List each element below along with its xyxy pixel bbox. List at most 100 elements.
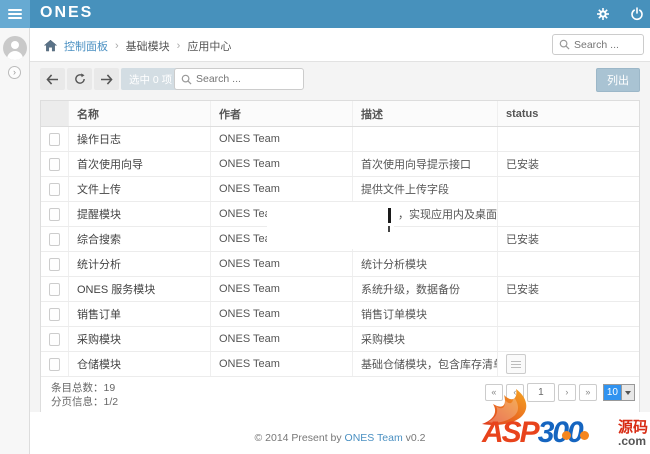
row-checkbox[interactable] [49,332,60,346]
table-search-box [174,68,304,90]
module-author: ONES Team [211,327,353,351]
breadcrumb-item-control-panel[interactable]: 控制面板 [64,38,108,54]
module-description: 统计分析模块 [353,252,498,276]
column-header-author[interactable]: 作者 [211,101,353,126]
global-search-input[interactable] [574,38,637,51]
page-current-button[interactable]: 1 [526,383,555,402]
row-checkbox[interactable] [49,282,60,296]
breadcrumb-separator: › [115,40,119,52]
row-checkbox[interactable] [49,307,60,321]
breadcrumb-bar: 控制面板 › 基础模块 › 应用中心 [30,28,650,62]
row-checkbox[interactable] [49,182,60,196]
app-logo: ONES [40,4,94,21]
avatar[interactable] [3,36,27,60]
back-button[interactable] [40,68,65,90]
module-status: 已安装 [506,284,539,296]
page-first-button[interactable]: « [484,384,503,401]
module-description: 销售订单模块 [353,302,498,326]
module-status [498,127,639,151]
table-row: 销售订单 ONES Team 销售订单模块 [41,302,639,327]
module-author: ONES Team [211,352,353,376]
search-icon [181,74,192,85]
module-name: 首次使用向导 [69,152,211,176]
page-last-button[interactable]: » [578,384,597,401]
menu-toggle-button[interactable] [0,0,30,28]
column-header-status[interactable]: status [498,101,639,126]
top-bar: ONES [0,0,650,28]
table-search-input[interactable] [196,73,297,85]
refresh-button[interactable] [67,68,92,90]
row-checkbox-cell [41,277,69,301]
column-header-name[interactable]: 名称 [69,101,211,126]
power-icon[interactable] [630,7,644,21]
module-description: 基础仓储模块，包含库存清单，出... [353,352,498,376]
gear-icon[interactable] [596,7,610,21]
row-checkbox[interactable] [49,157,60,171]
module-name: 采购模块 [69,327,211,351]
row-checkbox-cell [41,177,69,201]
text-cursor-icon [388,208,391,223]
module-status: 已安装 [506,234,539,246]
left-sidebar: › [0,28,30,454]
row-checkbox-cell [41,252,69,276]
table-row: 文件上传 ONES Team 提供文件上传字段 [41,177,639,202]
footer-team-link[interactable]: ONES Team [345,432,403,444]
module-name: ONES 服务模块 [69,277,211,301]
row-checkbox-cell [41,302,69,326]
row-action-button[interactable] [506,354,526,374]
module-author: ONES Team [211,127,353,151]
footer-strip: © 2014 Present by ONES Team v0.2 [30,412,650,454]
module-status [498,202,639,226]
module-name: 操作日志 [69,127,211,151]
table-summary: 条目总数：19 分页信息：1/2 « ‹ 1 › » 10 [41,377,639,412]
module-author: ONES Team [211,252,353,276]
module-status: 已安装 [506,159,539,171]
page-size-select[interactable]: 10 [602,384,635,401]
page-next-button[interactable]: › [557,384,576,401]
table-row: 首次使用向导 ONES Team 首次使用向导提示接口 已安装 [41,152,639,177]
search-icon [559,39,570,50]
row-checkbox[interactable] [49,357,60,371]
refresh-icon [74,73,86,85]
row-checkbox[interactable] [49,232,60,246]
row-checkbox-cell [41,227,69,251]
module-status [498,302,639,326]
collapse-icon[interactable]: › [8,66,21,79]
row-checkbox[interactable] [49,257,60,271]
module-name: 综合搜索 [69,227,211,251]
modules-table-panel: 名称 作者 描述 status 操作日志 ONES Team 首次使用向导 ONES … [40,100,640,412]
row-checkbox-cell [41,127,69,151]
breadcrumb-item-base-modules[interactable]: 基础模块 [126,38,170,54]
tooltip-artifact [267,202,394,249]
module-description: 提供文件上传字段 [353,177,498,201]
table-header-row: 名称 作者 描述 status [41,101,639,127]
module-description [353,127,498,151]
total-count-value: 19 [103,382,116,394]
table-row: 仓储模块ONES Team基础仓储模块，包含库存清单，出... [41,352,639,377]
module-status [498,177,639,201]
module-author: ONES Team [211,302,353,326]
row-checkbox[interactable] [49,132,60,146]
column-header-desc[interactable]: 描述 [353,101,498,126]
page-prev-button[interactable]: ‹ [505,384,524,401]
row-checkbox-cell [41,352,69,376]
global-search-box [552,34,644,55]
back-icon [46,73,59,85]
list-button[interactable]: 列出 [596,68,640,92]
row-checkbox-cell [41,327,69,351]
main-content: 选中 0 项 列出 名称 作者 描述 status 操作日志ONES Team首… [30,62,650,454]
breadcrumb: 控制面板 › 基础模块 › 应用中心 [44,38,231,54]
module-description: 采购模块 [353,327,498,351]
row-checkbox[interactable] [49,207,60,221]
module-status [498,352,639,376]
forward-button[interactable] [94,68,119,90]
module-status [498,327,639,351]
module-author: ONES Team [211,277,353,301]
module-name: 统计分析 [69,252,211,276]
module-author: ONES Team [211,177,353,201]
table-row: 统计分析 ONES Team 统计分析模块 [41,252,639,277]
table-row: ONES 服务模块 ONES Team 系统升级，数据备份 已安装 [41,277,639,302]
home-icon[interactable] [44,40,57,52]
selected-count-label: 选中 0 项 [129,73,173,86]
row-checkbox-cell [41,152,69,176]
